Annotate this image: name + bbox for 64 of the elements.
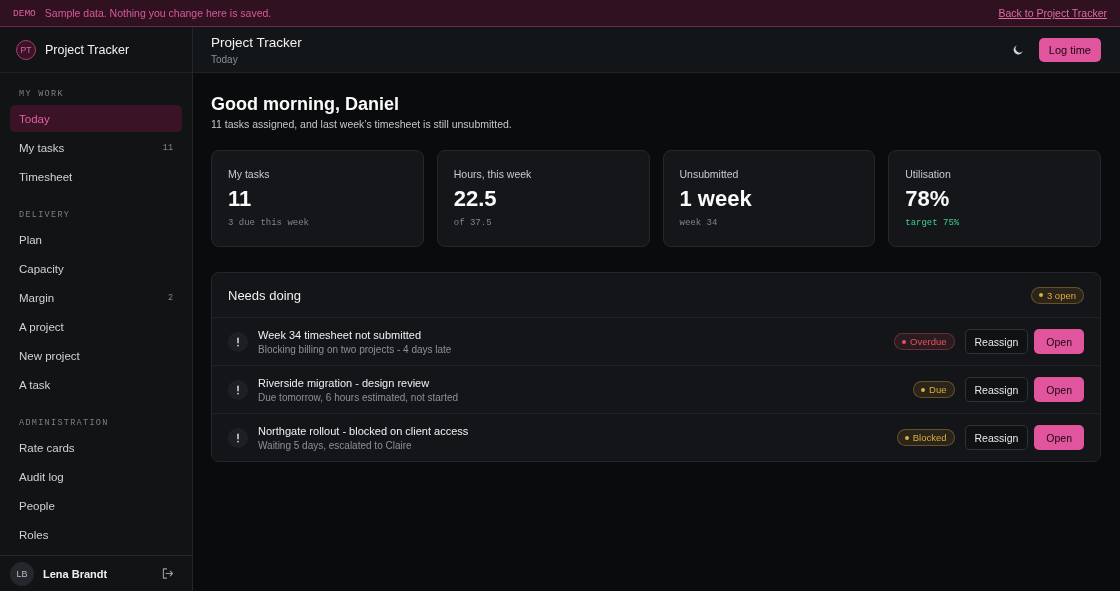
stat-note: of 37.5	[453, 218, 492, 228]
status-label: Due	[929, 384, 947, 395]
app-name: Project Tracker	[45, 42, 130, 57]
nav-item[interactable]: Today	[10, 105, 182, 132]
nav-item[interactable]: People	[10, 492, 182, 519]
stat-label: Unsubmitted	[679, 168, 739, 180]
banner-message: Sample data. Nothing you change here is saved.	[44, 7, 272, 19]
stat-label: Hours, this week	[453, 168, 532, 180]
stat-value: 11	[228, 186, 252, 212]
log-time-button[interactable]: Log time	[1038, 37, 1101, 62]
demo-tag: DEMO	[13, 7, 36, 19]
stat-label: My tasks	[228, 168, 270, 180]
item-count: 11	[162, 142, 173, 153]
item-count: 2	[167, 292, 173, 303]
page-subtitle: Today	[211, 53, 238, 65]
user-avatar: LB	[10, 561, 34, 586]
nav-item[interactable]: A project	[10, 313, 182, 340]
task-detail: Due tomorrow, 6 hours estimated, not started	[258, 391, 459, 403]
moon-icon[interactable]	[1012, 44, 1023, 55]
nav-item[interactable]: Margin 2	[10, 284, 182, 311]
logout-icon[interactable]	[162, 568, 173, 579]
stat-label: Utilisation	[905, 168, 951, 180]
exclamation-icon	[228, 379, 248, 400]
status-label: Overdue	[910, 336, 947, 347]
stat-note: target 75%	[905, 218, 960, 228]
status-label: Blocked	[912, 432, 947, 443]
section-heading: DELIVERY	[18, 209, 72, 222]
back-link[interactable]: Back to Project Tracker	[998, 7, 1107, 19]
nav-item[interactable]: Timesheet	[10, 163, 182, 190]
nav-item[interactable]: New project	[10, 342, 182, 369]
page-title: Project Tracker	[211, 34, 302, 50]
stat-value: 78%	[905, 186, 950, 212]
brand-avatar: PT	[16, 39, 36, 60]
reassign-button[interactable]: Reassign	[964, 377, 1029, 402]
section-heading: ADMINISTRATION	[18, 417, 110, 430]
greeting-text: 11 tasks assigned, and last week’s timesheet is still unsubmitted.	[211, 118, 512, 130]
nav-item[interactable]: Roles	[10, 521, 182, 548]
open-button[interactable]: Open	[1034, 377, 1084, 402]
stat-note: 3 due this week	[228, 218, 309, 228]
stat-value: 1 week	[679, 186, 752, 212]
task-detail: Blocking billing on two projects - 4 days late	[258, 343, 452, 355]
nav-item[interactable]: A task	[10, 371, 182, 398]
nav-item[interactable]: Plan	[10, 226, 182, 253]
panel-title: Needs doing	[228, 287, 301, 303]
exclamation-icon	[228, 427, 248, 448]
task-title: Week 34 timesheet not submitted	[258, 328, 422, 341]
section-heading: MY WORK	[18, 88, 65, 101]
badge-text: 3 open	[1046, 289, 1076, 301]
open-button[interactable]: Open	[1034, 329, 1084, 354]
nav-item[interactable]: Capacity	[10, 255, 182, 282]
nav-item[interactable]: Rate cards	[10, 434, 182, 461]
reassign-button[interactable]: Reassign	[964, 329, 1029, 354]
stat-value: 22.5	[453, 186, 497, 212]
nav-item[interactable]: My tasks 11	[10, 134, 182, 161]
reassign-button[interactable]: Reassign	[964, 425, 1029, 450]
exclamation-icon	[228, 331, 248, 352]
stat-note: week 34	[679, 218, 718, 228]
greeting-heading: Good morning, Daniel	[211, 93, 399, 115]
open-button[interactable]: Open	[1034, 425, 1084, 450]
task-title: Northgate rollout - blocked on client access	[258, 424, 469, 437]
user-name: Lena Brandt	[43, 567, 108, 580]
task-title: Riverside migration - design review	[258, 376, 430, 389]
task-detail: Waiting 5 days, escalated to Claire	[258, 439, 412, 451]
nav-item[interactable]: Audit log	[10, 463, 182, 490]
